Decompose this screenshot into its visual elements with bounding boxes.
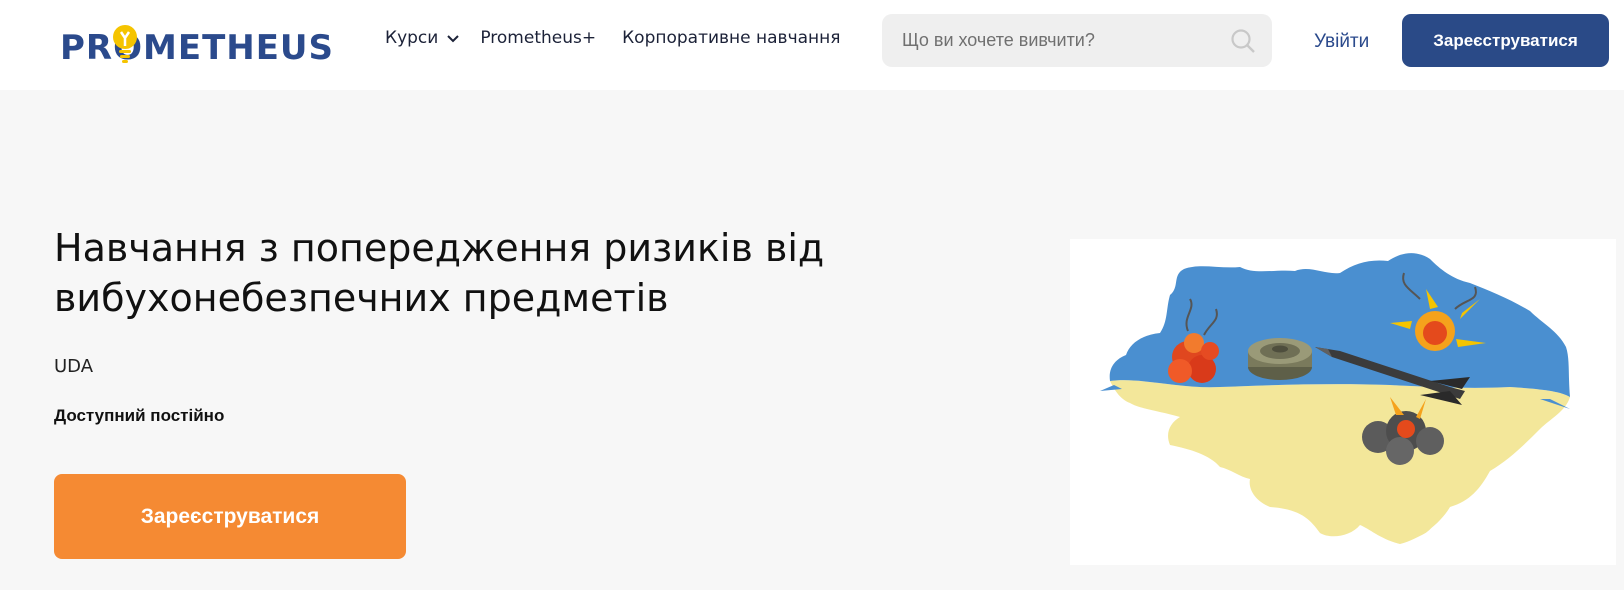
search-icon[interactable]	[1230, 28, 1256, 54]
prometheus-logo[interactable]: PROMETHEUS	[60, 24, 334, 72]
top-header: PROMETHEUS Курси Prometheus+ Корпоративн…	[0, 0, 1624, 90]
landmine-graphic	[1248, 338, 1312, 380]
nav-courses-dropdown[interactable]: Курси	[385, 28, 460, 48]
main-nav: Курси Prometheus+ Корпоративне навчання	[385, 28, 841, 48]
lightbulb-icon	[113, 25, 137, 63]
chevron-down-icon	[447, 35, 460, 43]
signup-button-hero[interactable]: Зареєструватися	[54, 474, 406, 559]
signup-button-header[interactable]: Зареєструватися	[1402, 14, 1609, 67]
nav-corporate-learning[interactable]: Корпоративне навчання	[622, 28, 840, 48]
nav-corporate-label: Корпоративне навчання	[622, 28, 841, 48]
course-organization: UDA	[54, 356, 94, 377]
search-box	[882, 14, 1272, 67]
course-availability: Доступний постійно	[54, 406, 225, 425]
login-link[interactable]: Увійти	[1314, 31, 1369, 53]
nav-prometheus-plus[interactable]: Prometheus+	[480, 28, 596, 48]
search-input[interactable]	[902, 30, 1222, 51]
ukraine-map-explosives-illustration	[1100, 253, 1570, 544]
nav-courses-label: Курси	[385, 28, 439, 48]
nav-plus-label: Prometheus+	[480, 28, 597, 48]
course-title: Навчання з попередження ризиків від вибу…	[54, 226, 825, 320]
course-cover-image	[1070, 239, 1616, 565]
logo-text: PROMETHEUS	[60, 28, 335, 68]
